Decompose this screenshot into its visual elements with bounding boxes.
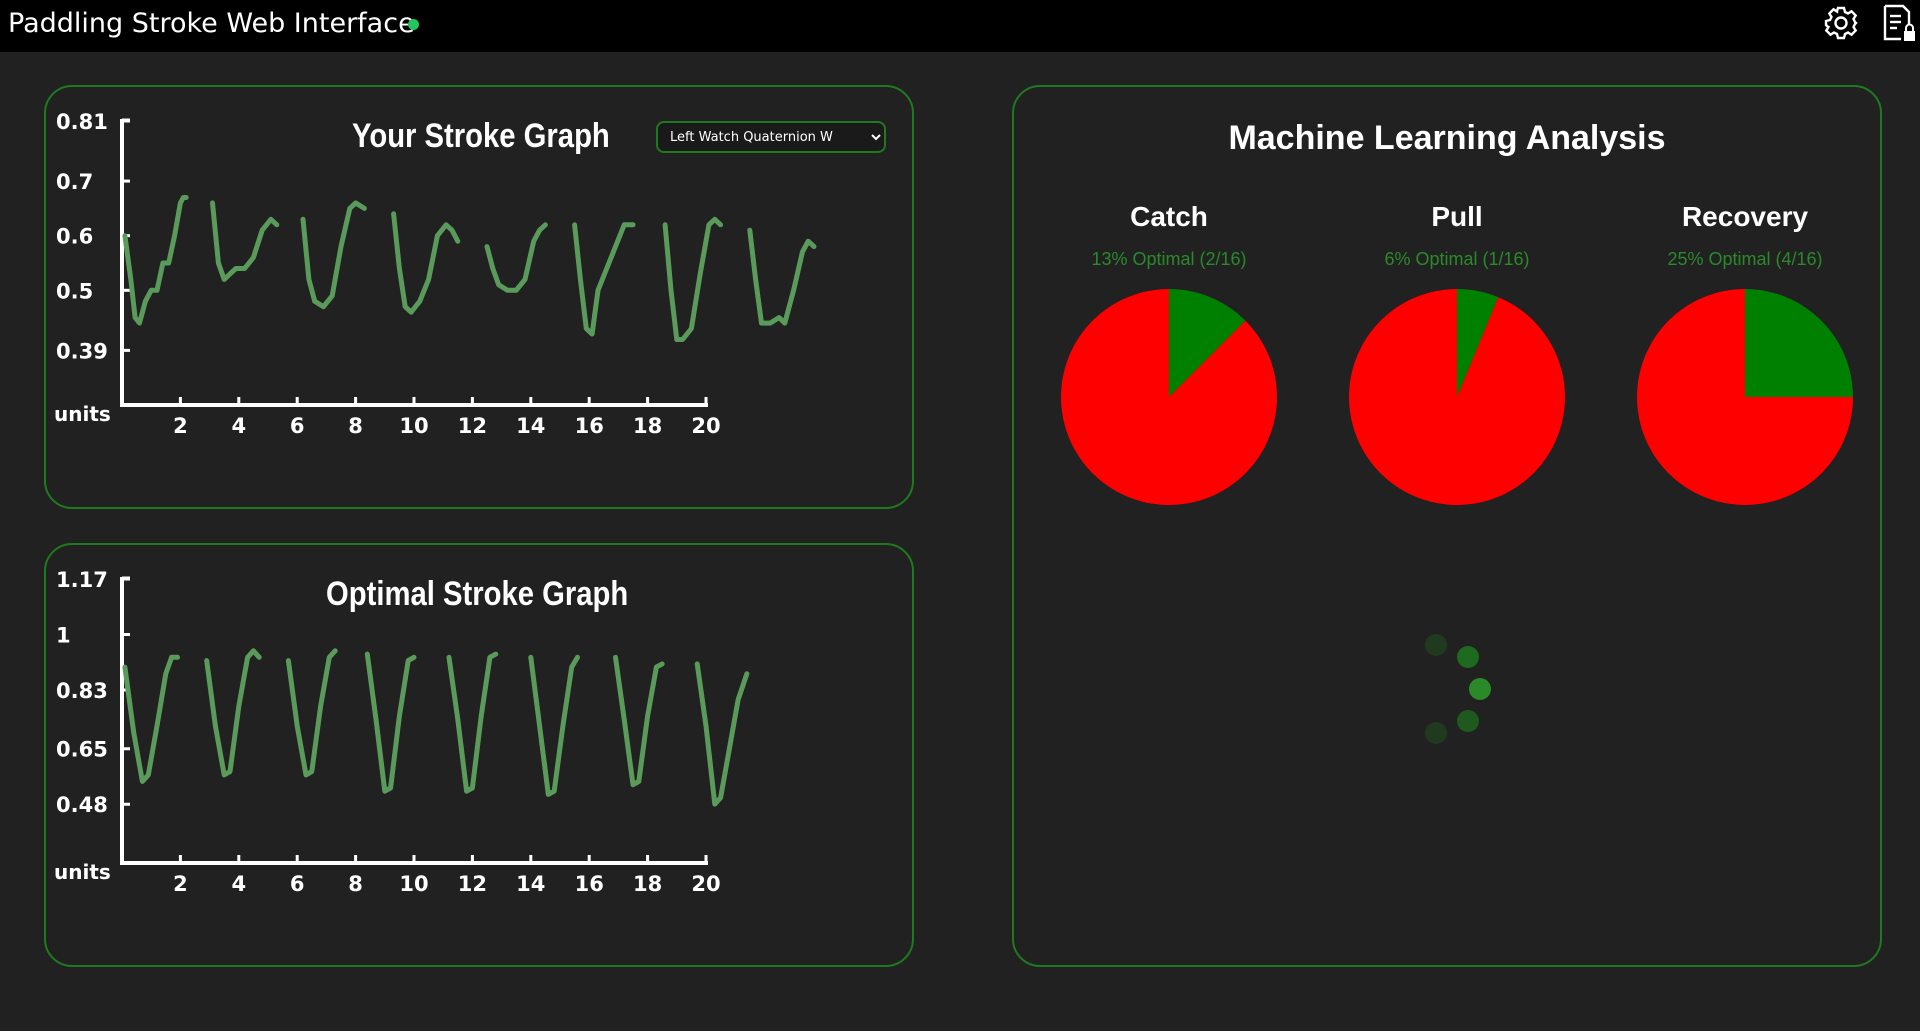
y-tick-label: 0.83 [56,679,108,703]
recovery-pie-chart [1637,289,1853,505]
x-tick-label: 16 [575,414,604,438]
stroke-line-segment [285,648,338,778]
stroke-line-segment [122,195,189,326]
app-title: Paddling Stroke Web Interface [8,8,415,39]
loading-spinner-icon [1425,634,1491,744]
status-indicator-dot [408,19,419,30]
x-tick-label: 8 [348,872,363,896]
catch-pie-section: Catch 13% Optimal (2/16) [1049,197,1289,507]
stroke-line-segment [662,216,724,342]
catch-label: Catch [1130,201,1208,232]
x-tick-label: 2 [173,872,188,896]
stroke-line-segment [528,654,580,797]
x-tick-label: 18 [633,414,662,438]
x-tick-label: 8 [348,414,363,438]
x-tick-label: 4 [231,872,246,896]
recovery-optimal-stat: 25% Optimal (4/16) [1667,249,1823,269]
stroke-line-segment [204,648,262,778]
y-tick-label: 1.17 [56,568,108,592]
document-lock-icon[interactable] [1881,3,1917,43]
stroke-line-segment [364,651,417,794]
data-series-select[interactable]: Left Watch Quaternion W [656,121,886,153]
ml-analysis-panel: Machine Learning Analysis Catch 13% Opti… [1012,85,1882,967]
gear-icon[interactable] [1823,5,1859,41]
pull-pie-section: Pull 6% Optimal (1/16) [1337,197,1577,507]
stroke-line-segment [122,654,180,784]
y-tick-label: 0.65 [56,738,108,762]
your-stroke-graph-title: Your Stroke Graph [352,117,610,155]
y-tick-label: 0.5 [56,279,93,303]
y-axis-label: units [54,402,111,426]
stroke-line-segment [446,651,499,794]
top-bar: Paddling Stroke Web Interface [0,0,1920,52]
ml-analysis-title: Machine Learning Analysis [1228,119,1666,157]
y-tick-label: 1 [56,623,71,647]
x-tick-label: 16 [575,872,604,896]
catch-pie-chart [1061,289,1278,505]
optimal-stroke-graph-title: Optimal Stroke Graph [326,575,629,613]
pull-label: Pull [1431,201,1483,232]
optimal-stroke-panel: 1.17 1 0.83 0.65 0.48 2 4 6 8 10 12 14 16 18 20 units O… [44,543,914,967]
recovery-pie-section: Recovery 25% Optimal (4/16) [1625,197,1865,507]
pull-pie-chart [1349,289,1566,505]
x-tick-label: 12 [458,872,487,896]
stroke-line-segment [210,200,280,282]
y-tick-label: 0.7 [56,170,93,194]
stroke-line-segment [391,211,461,315]
x-tick-label: 10 [399,872,428,896]
y-tick-label: 0.39 [56,339,108,363]
stroke-line-segment [484,222,548,293]
x-tick-label: 2 [173,414,188,438]
x-tick-label: 10 [399,414,428,438]
stroke-line-segment [613,654,665,788]
x-tick-label: 4 [231,414,246,438]
x-tick-label: 20 [691,414,720,438]
x-tick-label: 18 [633,872,662,896]
y-tick-label: 0.81 [56,110,108,134]
stroke-line-segment [300,200,367,310]
stroke-line-segment [572,222,636,337]
recovery-label: Recovery [1681,201,1809,232]
stroke-line-segment [747,227,817,326]
y-axis-label: units [54,860,111,884]
pie-slice-optimal [1745,289,1853,397]
y-tick-label: 0.48 [56,793,108,817]
x-tick-label: 12 [458,414,487,438]
x-tick-label: 6 [290,414,305,438]
catch-optimal-stat: 13% Optimal (2/16) [1091,249,1247,269]
pull-optimal-stat: 6% Optimal (1/16) [1384,249,1530,269]
x-tick-label: 14 [516,414,545,438]
x-tick-label: 6 [290,872,305,896]
x-tick-label: 20 [691,872,720,896]
y-tick-label: 0.6 [56,225,93,249]
your-stroke-panel: 0.81 0.7 0.6 0.5 0.39 2 4 6 8 10 12 14 16 18 20 units Y… [44,85,914,509]
x-tick-label: 14 [516,872,545,896]
stroke-line-segment [694,661,750,807]
